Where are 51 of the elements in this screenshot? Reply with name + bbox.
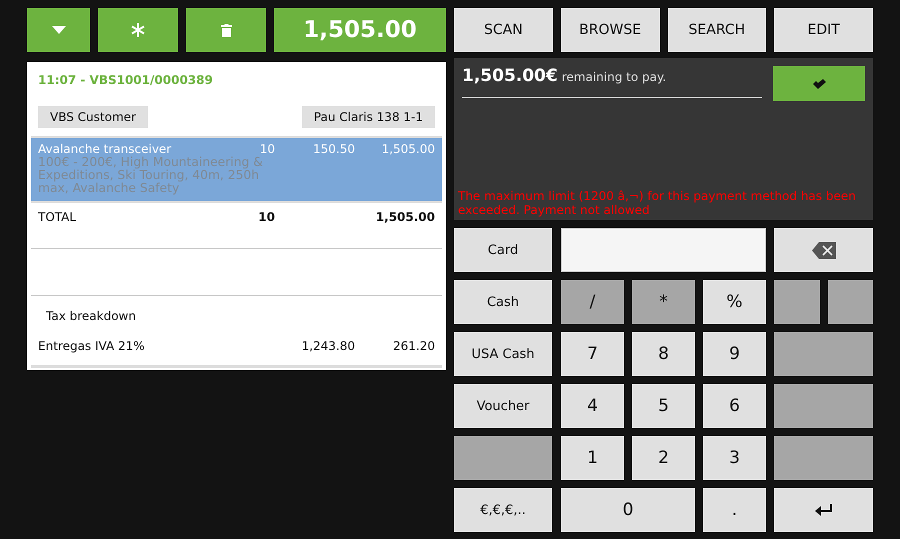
tax-name: Entregas IVA 21% <box>38 339 146 355</box>
line-amount: 1,505.00 <box>380 142 435 156</box>
action-button[interactable]: SEARCH <box>668 8 766 52</box>
enter-button[interactable] <box>774 488 873 532</box>
trash-button[interactable] <box>186 8 266 52</box>
keypad-key[interactable]: 1 <box>561 436 624 480</box>
total-amount: 1,505.00 <box>374 210 435 226</box>
total-label: TOTAL <box>38 210 78 226</box>
tax-amount: 261.20 <box>392 339 435 355</box>
error-message: The maximum limit (1200 â‚¬) for this payment method has been exceeded. Payment not allowed <box>458 190 857 217</box>
location-button[interactable]: Pau Claris 138 1-1 <box>302 106 435 128</box>
confirm-button[interactable] <box>773 66 865 101</box>
payment-method-button[interactable]: USA Cash <box>454 332 552 376</box>
keypad-key[interactable]: 5 <box>632 384 695 428</box>
keypad-key[interactable]: 9 <box>703 332 766 376</box>
action-button[interactable]: EDIT <box>774 8 873 52</box>
keypad-key[interactable]: . <box>703 488 766 532</box>
keypad-key[interactable]: 3 <box>703 436 766 480</box>
backspace-button[interactable] <box>774 228 873 272</box>
quantity: 10 <box>258 142 275 156</box>
total-quantity: 10 <box>257 210 275 226</box>
tax-title: Tax breakdown <box>45 308 137 325</box>
enter-icon <box>814 504 832 516</box>
trash-icon <box>220 24 232 36</box>
check-icon <box>812 78 826 88</box>
backspace-icon <box>812 242 836 258</box>
keypad-key[interactable]: 7 <box>561 332 624 376</box>
keypad-key[interactable]: 2 <box>632 436 695 480</box>
product-name: Avalanche transceiver <box>38 142 172 156</box>
action-button[interactable]: SCAN <box>454 8 553 52</box>
keypad-key[interactable]: 4 <box>561 384 624 428</box>
remaining-to-pay: 1,505.00€ remaining to pay. <box>462 66 762 98</box>
tax-base: 1,243.80 <box>300 339 355 355</box>
payment-method-button[interactable]: Voucher <box>454 384 552 428</box>
amount-input[interactable] <box>561 228 766 272</box>
payment-method-button[interactable]: Card <box>454 228 552 272</box>
keypad-key[interactable]: 6 <box>703 384 766 428</box>
unit-price: 150.50 <box>312 142 355 156</box>
payment-method-button[interactable]: Cash <box>454 280 552 324</box>
order-header: 11:07 - VBS1001/0000389 <box>37 72 214 87</box>
action-button[interactable]: BROWSE <box>560 8 660 52</box>
keypad-key[interactable]: 0 <box>561 488 695 532</box>
keypad-key[interactable]: % <box>703 280 766 324</box>
asterisk-icon <box>131 23 145 37</box>
customer-button[interactable]: VBS Customer <box>38 106 148 128</box>
caret-icon <box>52 26 66 34</box>
asterisk-button[interactable] <box>98 8 178 52</box>
product-description: 100€ - 200€, High Mountaineering & Expeditions, Ski Touring, 40m, 250h max, Avalanche Safety <box>38 156 264 195</box>
payment-method-button[interactable]: €,€,€,.. <box>454 488 552 532</box>
keypad-key[interactable]: 8 <box>632 332 695 376</box>
caret-button[interactable] <box>27 8 90 52</box>
